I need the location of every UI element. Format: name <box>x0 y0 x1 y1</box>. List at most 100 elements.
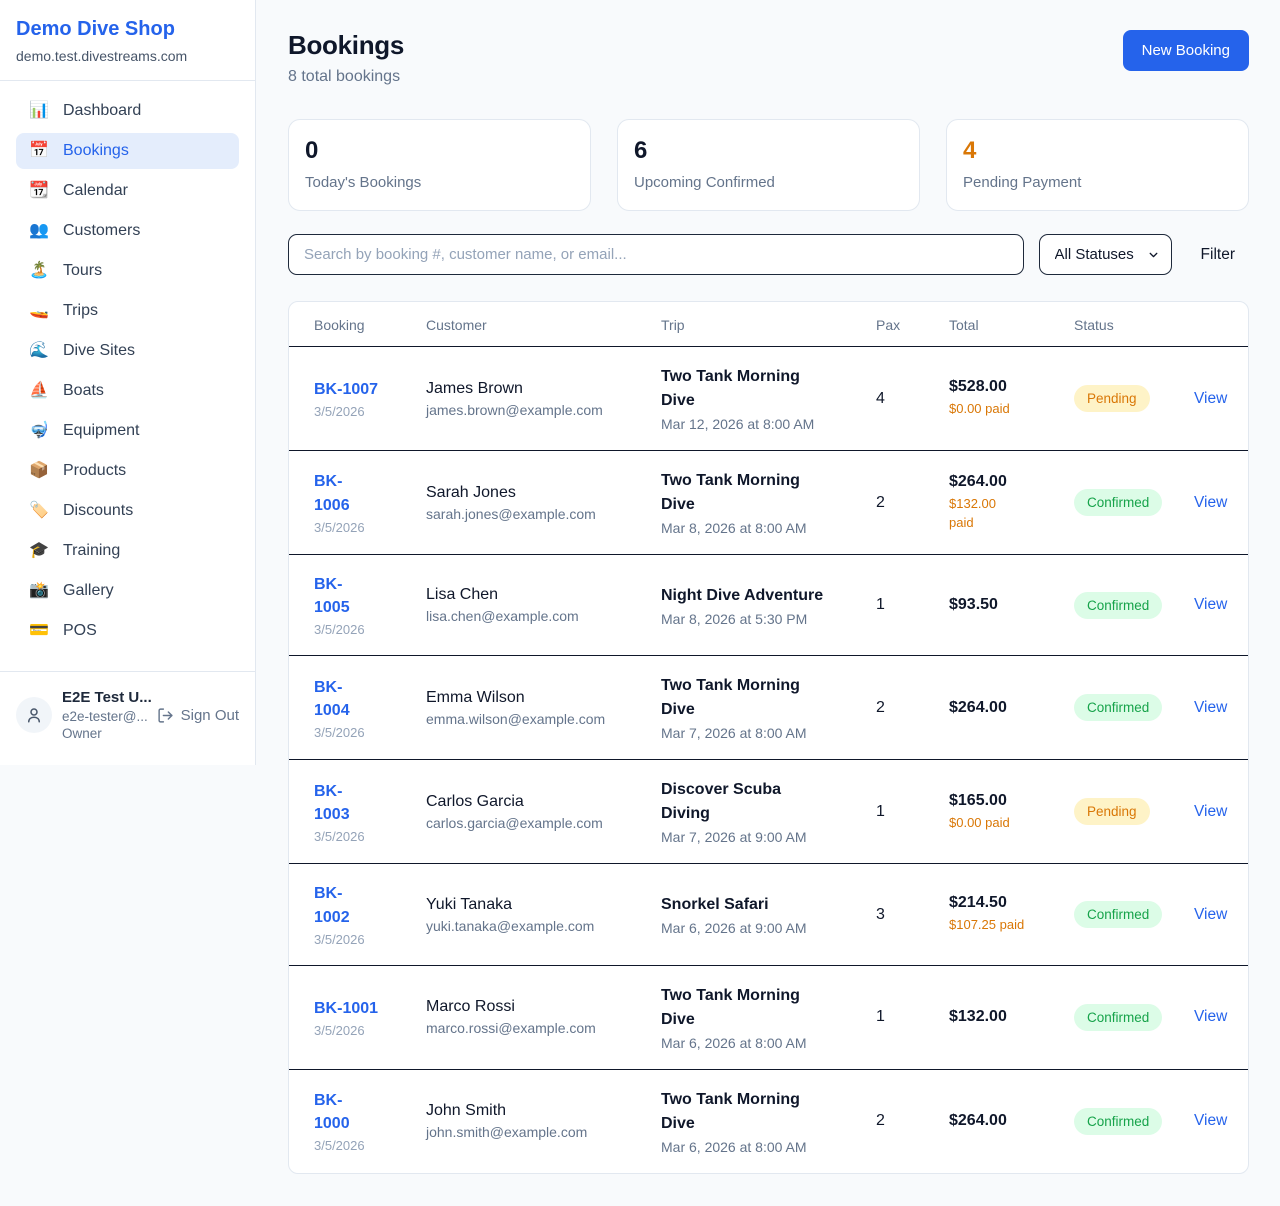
table-row: BK- 1004 3/5/2026 Emma Wilson emma.wilso… <box>289 656 1248 760</box>
view-link[interactable]: View <box>1194 494 1227 511</box>
booking-link[interactable]: BK-1007 <box>314 378 378 401</box>
table-row: BK- 1006 3/5/2026 Sarah Jones sarah.jone… <box>289 451 1248 555</box>
sidebar-item-label: Calendar <box>63 182 128 200</box>
sidebar-item-pos[interactable]: 💳 POS <box>16 613 239 649</box>
customer-email: yuki.tanaka@example.com <box>426 918 637 934</box>
sidebar-item-products[interactable]: 📦 Products <box>16 453 239 489</box>
customer-email: john.smith@example.com <box>426 1124 637 1140</box>
booking-date: 3/5/2026 <box>314 520 402 535</box>
sidebar-item-dive-sites[interactable]: 🌊 Dive Sites <box>16 333 239 369</box>
sidebar-item-calendar[interactable]: 📆 Calendar <box>16 173 239 209</box>
column-header-booking: Booking <box>289 302 414 347</box>
search-input[interactable] <box>288 234 1024 275</box>
person-icon <box>25 706 43 724</box>
total-amount: $528.00 <box>949 378 1050 396</box>
paid-amount: $0.00 paid <box>949 814 1050 832</box>
sidebar-item-label: Products <box>63 462 126 480</box>
new-booking-button[interactable]: New Booking <box>1123 30 1249 71</box>
trip-datetime: Mar 7, 2026 at 9:00 AM <box>661 829 852 845</box>
sidebar-item-equipment[interactable]: 🤿 Equipment <box>16 413 239 449</box>
avatar <box>16 697 52 733</box>
gallery-icon: 📸 <box>29 583 49 599</box>
booking-link[interactable]: BK- 1005 <box>314 573 350 619</box>
trips-icon: 🚤 <box>29 303 49 319</box>
trip-name: Night Dive Adventure <box>661 584 852 608</box>
stats-cards: 0 Today's Bookings 6 Upcoming Confirmed … <box>288 119 1249 211</box>
sidebar-item-dashboard[interactable]: 📊 Dashboard <box>16 93 239 129</box>
paid-amount: $132.00 paid <box>949 495 1050 531</box>
sidebar-item-bookings[interactable]: 📅 Bookings <box>16 133 239 169</box>
booking-link[interactable]: BK- 1006 <box>314 470 350 516</box>
sidebar-item-label: Trips <box>63 302 98 320</box>
status-filter-select[interactable]: All Statuses <box>1039 234 1172 275</box>
booking-link[interactable]: BK-1001 <box>314 997 378 1020</box>
view-link[interactable]: View <box>1194 1112 1227 1129</box>
sidebar-item-label: Tours <box>63 262 102 280</box>
booking-link[interactable]: BK- 1000 <box>314 1089 350 1135</box>
paid-amount: $0.00 paid <box>949 400 1050 418</box>
brand: Demo Dive Shop demo.test.divestreams.com <box>0 0 255 81</box>
sidebar-user-footer: E2E Test U... e2e-tester@... Owner Sign … <box>0 671 255 765</box>
user-role: Owner <box>62 725 147 743</box>
bookings-table: Booking Customer Trip Pax Total Status B… <box>289 302 1248 1173</box>
sidebar-item-label: Boats <box>63 382 104 400</box>
customer-name: Marco Rossi <box>426 998 637 1016</box>
view-link[interactable]: View <box>1194 803 1227 820</box>
stat-label: Pending Payment <box>963 174 1232 191</box>
products-icon: 📦 <box>29 463 49 479</box>
user-name: E2E Test U... <box>62 688 147 708</box>
table-body: BK-1007 3/5/2026 James Brown james.brown… <box>289 347 1248 1173</box>
pax-count: 1 <box>876 596 885 613</box>
trip-name: Two Tank Morning Dive <box>661 365 852 413</box>
trip-datetime: Mar 6, 2026 at 9:00 AM <box>661 920 852 936</box>
sidebar-item-tours[interactable]: 🏝️ Tours <box>16 253 239 289</box>
sidebar-item-gallery[interactable]: 📸 Gallery <box>16 573 239 609</box>
trip-name: Two Tank Morning Dive <box>661 469 852 517</box>
pax-count: 4 <box>876 390 885 407</box>
booking-link[interactable]: BK- 1003 <box>314 780 350 826</box>
total-amount: $132.00 <box>949 1008 1050 1026</box>
customer-name: Yuki Tanaka <box>426 896 637 914</box>
booking-link[interactable]: BK- 1002 <box>314 882 350 928</box>
trip-name: Two Tank Morning Dive <box>661 674 852 722</box>
table-row: BK- 1005 3/5/2026 Lisa Chen lisa.chen@ex… <box>289 555 1248 656</box>
total-amount: $264.00 <box>949 473 1050 491</box>
booking-link[interactable]: BK- 1004 <box>314 676 350 722</box>
filter-button[interactable]: Filter <box>1187 246 1249 264</box>
customer-email: emma.wilson@example.com <box>426 711 637 727</box>
trip-datetime: Mar 8, 2026 at 5:30 PM <box>661 611 852 627</box>
sidebar-item-customers[interactable]: 👥 Customers <box>16 213 239 249</box>
tours-icon: 🏝️ <box>29 263 49 279</box>
table-row: BK- 1003 3/5/2026 Carlos Garcia carlos.g… <box>289 760 1248 864</box>
pax-count: 1 <box>876 1008 885 1025</box>
status-badge: Confirmed <box>1074 592 1162 619</box>
logout-icon <box>157 707 174 724</box>
view-link[interactable]: View <box>1194 906 1227 923</box>
filter-row: All Statuses Filter <box>288 234 1249 275</box>
view-link[interactable]: View <box>1194 596 1227 613</box>
customer-name: Emma Wilson <box>426 689 637 707</box>
brand-name: Demo Dive Shop <box>16 18 239 41</box>
sidebar-item-label: Dive Sites <box>63 342 135 360</box>
column-header-customer: Customer <box>414 302 649 347</box>
sidebar-item-training[interactable]: 🎓 Training <box>16 533 239 569</box>
booking-date: 3/5/2026 <box>314 1138 402 1153</box>
view-link[interactable]: View <box>1194 390 1227 407</box>
view-link[interactable]: View <box>1194 699 1227 716</box>
trip-datetime: Mar 6, 2026 at 8:00 AM <box>661 1035 852 1051</box>
page-title-block: Bookings 8 total bookings <box>288 30 404 86</box>
sidebar-item-discounts[interactable]: 🏷️ Discounts <box>16 493 239 529</box>
sidebar-item-label: Customers <box>63 222 140 240</box>
customer-name: Sarah Jones <box>426 484 637 502</box>
sidebar-item-trips[interactable]: 🚤 Trips <box>16 293 239 329</box>
pos-icon: 💳 <box>29 623 49 639</box>
trip-name: Two Tank Morning Dive <box>661 984 852 1032</box>
sidebar-item-boats[interactable]: ⛵ Boats <box>16 373 239 409</box>
column-header-trip: Trip <box>649 302 864 347</box>
booking-date: 3/5/2026 <box>314 932 402 947</box>
view-link[interactable]: View <box>1194 1008 1227 1025</box>
customer-email: marco.rossi@example.com <box>426 1020 637 1036</box>
sign-out-button[interactable]: Sign Out <box>157 707 239 724</box>
sign-out-label: Sign Out <box>181 707 239 724</box>
pax-count: 1 <box>876 803 885 820</box>
